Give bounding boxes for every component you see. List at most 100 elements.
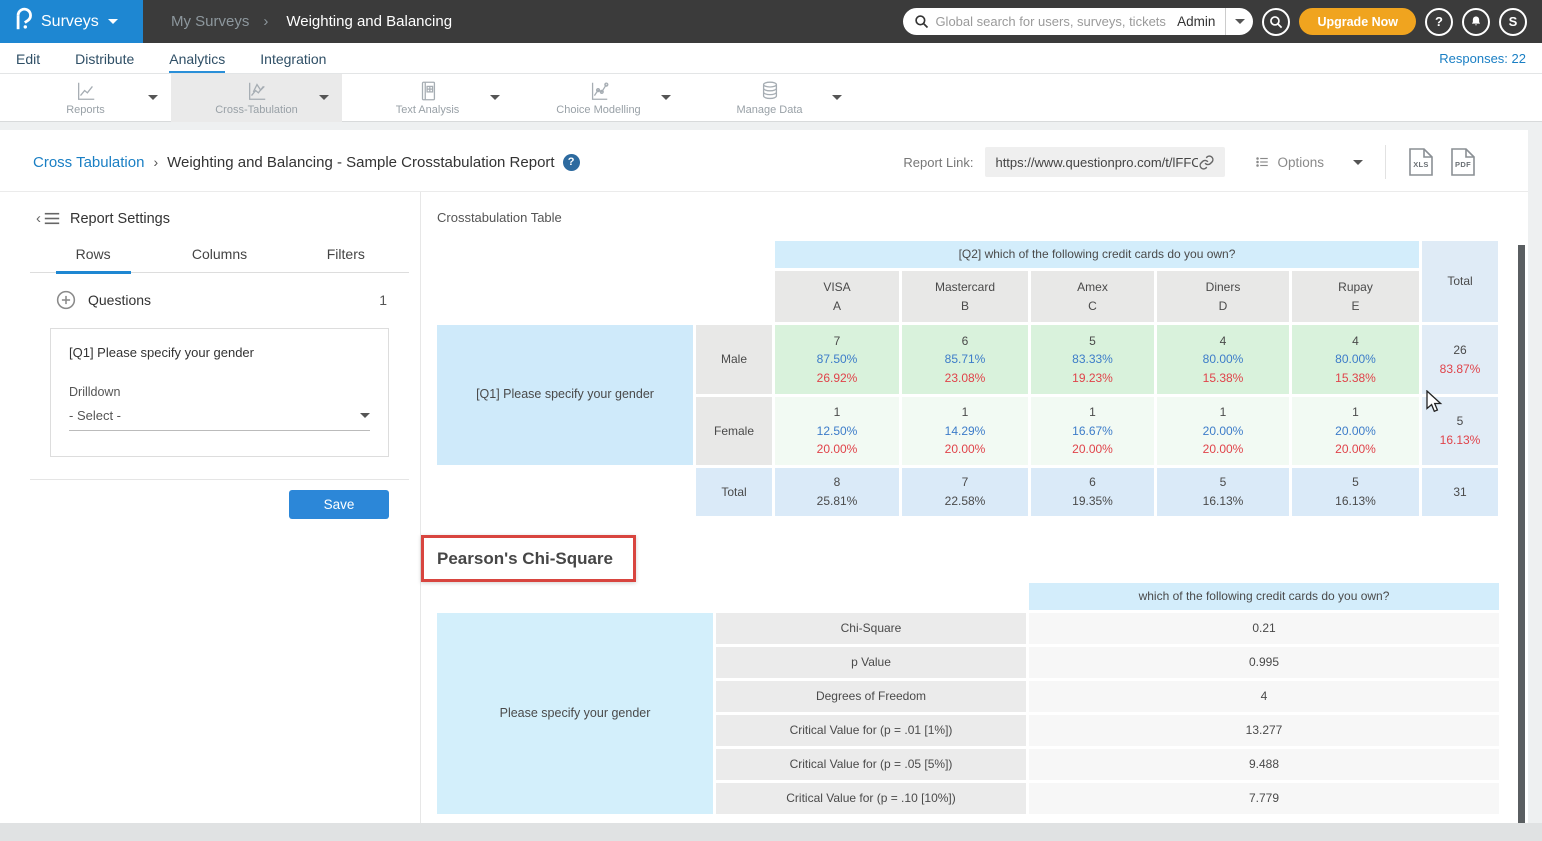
tab-rows[interactable]: Rows (30, 246, 156, 272)
questions-count: 1 (379, 292, 387, 308)
line-chart-icon (245, 80, 269, 102)
chi-column-header: which of the following credit cards do y… (1029, 583, 1499, 610)
topbar-actions: Admin Upgrade Now ? S (903, 8, 1527, 36)
data-cell: 120.00%20.00% (1292, 397, 1419, 465)
crosstab-grid: [Q2] which of the following credit cards… (437, 241, 1498, 516)
menu-item-integration[interactable]: Integration (260, 49, 326, 67)
col-header-C: AmexC (1031, 271, 1154, 322)
data-cell: 787.50%26.92% (775, 325, 899, 394)
chi-stat-value: 7.779 (1029, 783, 1499, 814)
breadcrumb-separator: › (153, 154, 158, 170)
pearson-highlight-box: Pearson's Chi-Square (421, 535, 636, 582)
chi-stat-label: Critical Value for (p = .05 [5%]) (716, 749, 1026, 780)
report-content: Cross Tabulation › Weighting and Balanci… (0, 130, 1528, 823)
questions-row[interactable]: Questions 1 (56, 290, 387, 310)
breadcrumb-current-survey: Weighting and Balancing (286, 13, 452, 30)
export-xls-button[interactable]: XLS (1408, 147, 1434, 177)
divider (1385, 145, 1386, 179)
crosstab-section-title: Crosstabulation Table (437, 210, 562, 225)
search-input[interactable] (935, 14, 1167, 29)
export-pdf-button[interactable]: PDF (1450, 147, 1476, 177)
chi-stat-label: Degrees of Freedom (716, 681, 1026, 712)
col-header-A: VISAA (775, 271, 899, 322)
chevron-down-icon[interactable] (319, 95, 329, 100)
tool-reports[interactable]: Reports (0, 74, 171, 122)
col-header-D: DinersD (1157, 271, 1289, 322)
data-cell: 480.00%15.38% (1157, 325, 1289, 394)
tab-filters[interactable]: Filters (283, 246, 409, 272)
breadcrumb-my-surveys[interactable]: My Surveys (171, 13, 249, 30)
chevron-down-icon[interactable] (490, 95, 500, 100)
tool-label: Choice Modelling (556, 104, 640, 116)
chi-stat-value: 13.277 (1029, 715, 1499, 746)
data-cell: 116.67%20.00% (1031, 397, 1154, 465)
data-cell: 583.33%19.23% (1031, 325, 1154, 394)
chevron-down-icon[interactable] (661, 95, 671, 100)
chevron-down-icon[interactable] (148, 95, 158, 100)
report-settings-panel: ‹ Report Settings Rows Columns Filters Q… (0, 192, 421, 823)
plus-circle-icon[interactable] (56, 290, 76, 310)
row-total-cell: 2683.87% (1422, 325, 1498, 394)
report-url: https://www.questionpro.com/t/lFFCZg (995, 155, 1198, 170)
tool-label: Reports (66, 104, 105, 116)
total-cell: 722.58% (902, 468, 1028, 516)
brand-label: Surveys (41, 13, 99, 31)
total-cell: 825.81% (775, 468, 899, 516)
breadcrumb-separator: › (263, 13, 268, 30)
tool-cross-tabulation[interactable]: Cross-Tabulation (171, 74, 342, 122)
database-icon (758, 80, 782, 102)
analytics-toolbar: Reports Cross-Tabulation Text Analysis C… (0, 74, 1542, 122)
search-scope-dropdown[interactable] (1225, 8, 1253, 35)
chevron-down-icon (1235, 19, 1245, 24)
report-link-field[interactable]: https://www.questionpro.com/t/lFFCZg (985, 147, 1225, 177)
tab-columns[interactable]: Columns (156, 246, 282, 272)
chi-stat-value: 4 (1029, 681, 1499, 712)
drilldown-select[interactable]: - Select - (69, 408, 370, 431)
row-group-header: [Q1] Please specify your gender (437, 325, 693, 465)
options-dropdown[interactable]: Options (1255, 155, 1363, 170)
tool-label: Text Analysis (396, 104, 460, 116)
link-icon[interactable] (1198, 154, 1215, 171)
report-help-icon[interactable]: ? (563, 154, 580, 171)
total-row-header: Total (696, 468, 772, 516)
help-button[interactable]: ? (1425, 8, 1453, 36)
data-cell: 685.71%23.08% (902, 325, 1028, 394)
menu-item-analytics[interactable]: Analytics (169, 49, 225, 67)
search-icon (914, 14, 929, 29)
menu-item-distribute[interactable]: Distribute (75, 49, 134, 67)
notifications-button[interactable] (1462, 8, 1490, 36)
surveys-menu-button[interactable]: Surveys (0, 0, 143, 43)
tool-choice-modelling[interactable]: Choice Modelling (513, 74, 684, 122)
upgrade-now-button[interactable]: Upgrade Now (1299, 8, 1416, 35)
row-total-cell: 516.13% (1422, 397, 1498, 465)
breadcrumb-cross-tabulation[interactable]: Cross Tabulation (33, 154, 144, 171)
data-cell: 480.00%15.38% (1292, 325, 1419, 394)
tool-manage-data[interactable]: Manage Data (684, 74, 855, 122)
total-cell: 516.13% (1292, 468, 1419, 516)
menu-item-edit[interactable]: Edit (16, 49, 40, 67)
avatar[interactable]: S (1499, 8, 1527, 36)
chi-stat-label: p Value (716, 647, 1026, 678)
search-button[interactable] (1262, 8, 1290, 36)
questionpro-logo (14, 7, 32, 36)
save-button[interactable]: Save (289, 490, 389, 519)
collapse-panel-button[interactable]: ‹ (36, 210, 60, 227)
scatter-chart-icon (587, 80, 611, 102)
data-cell: 112.50%20.00% (775, 397, 899, 465)
survey-menubar: Edit Distribute Analytics Integration Re… (0, 43, 1542, 74)
admin-scope-label[interactable]: Admin (1167, 14, 1225, 29)
chevron-down-icon[interactable] (832, 95, 842, 100)
chevron-down-icon (360, 413, 370, 418)
chi-stat-value: 0.21 (1029, 613, 1499, 644)
question-card[interactable]: [Q1] Please specify your gender Drilldow… (50, 328, 389, 457)
report-link-label: Report Link: (903, 155, 973, 170)
report-actions: Report Link: https://www.questionpro.com… (903, 145, 1484, 179)
vertical-scrollbar[interactable] (1518, 245, 1525, 823)
bell-icon (1469, 14, 1483, 29)
list-icon (1255, 155, 1270, 169)
line-chart-icon (74, 80, 98, 102)
col-header-B: MastercardB (902, 271, 1028, 322)
global-search: Admin (903, 8, 1253, 35)
chi-stat-label: Chi-Square (716, 613, 1026, 644)
tool-text-analysis[interactable]: Text Analysis (342, 74, 513, 122)
